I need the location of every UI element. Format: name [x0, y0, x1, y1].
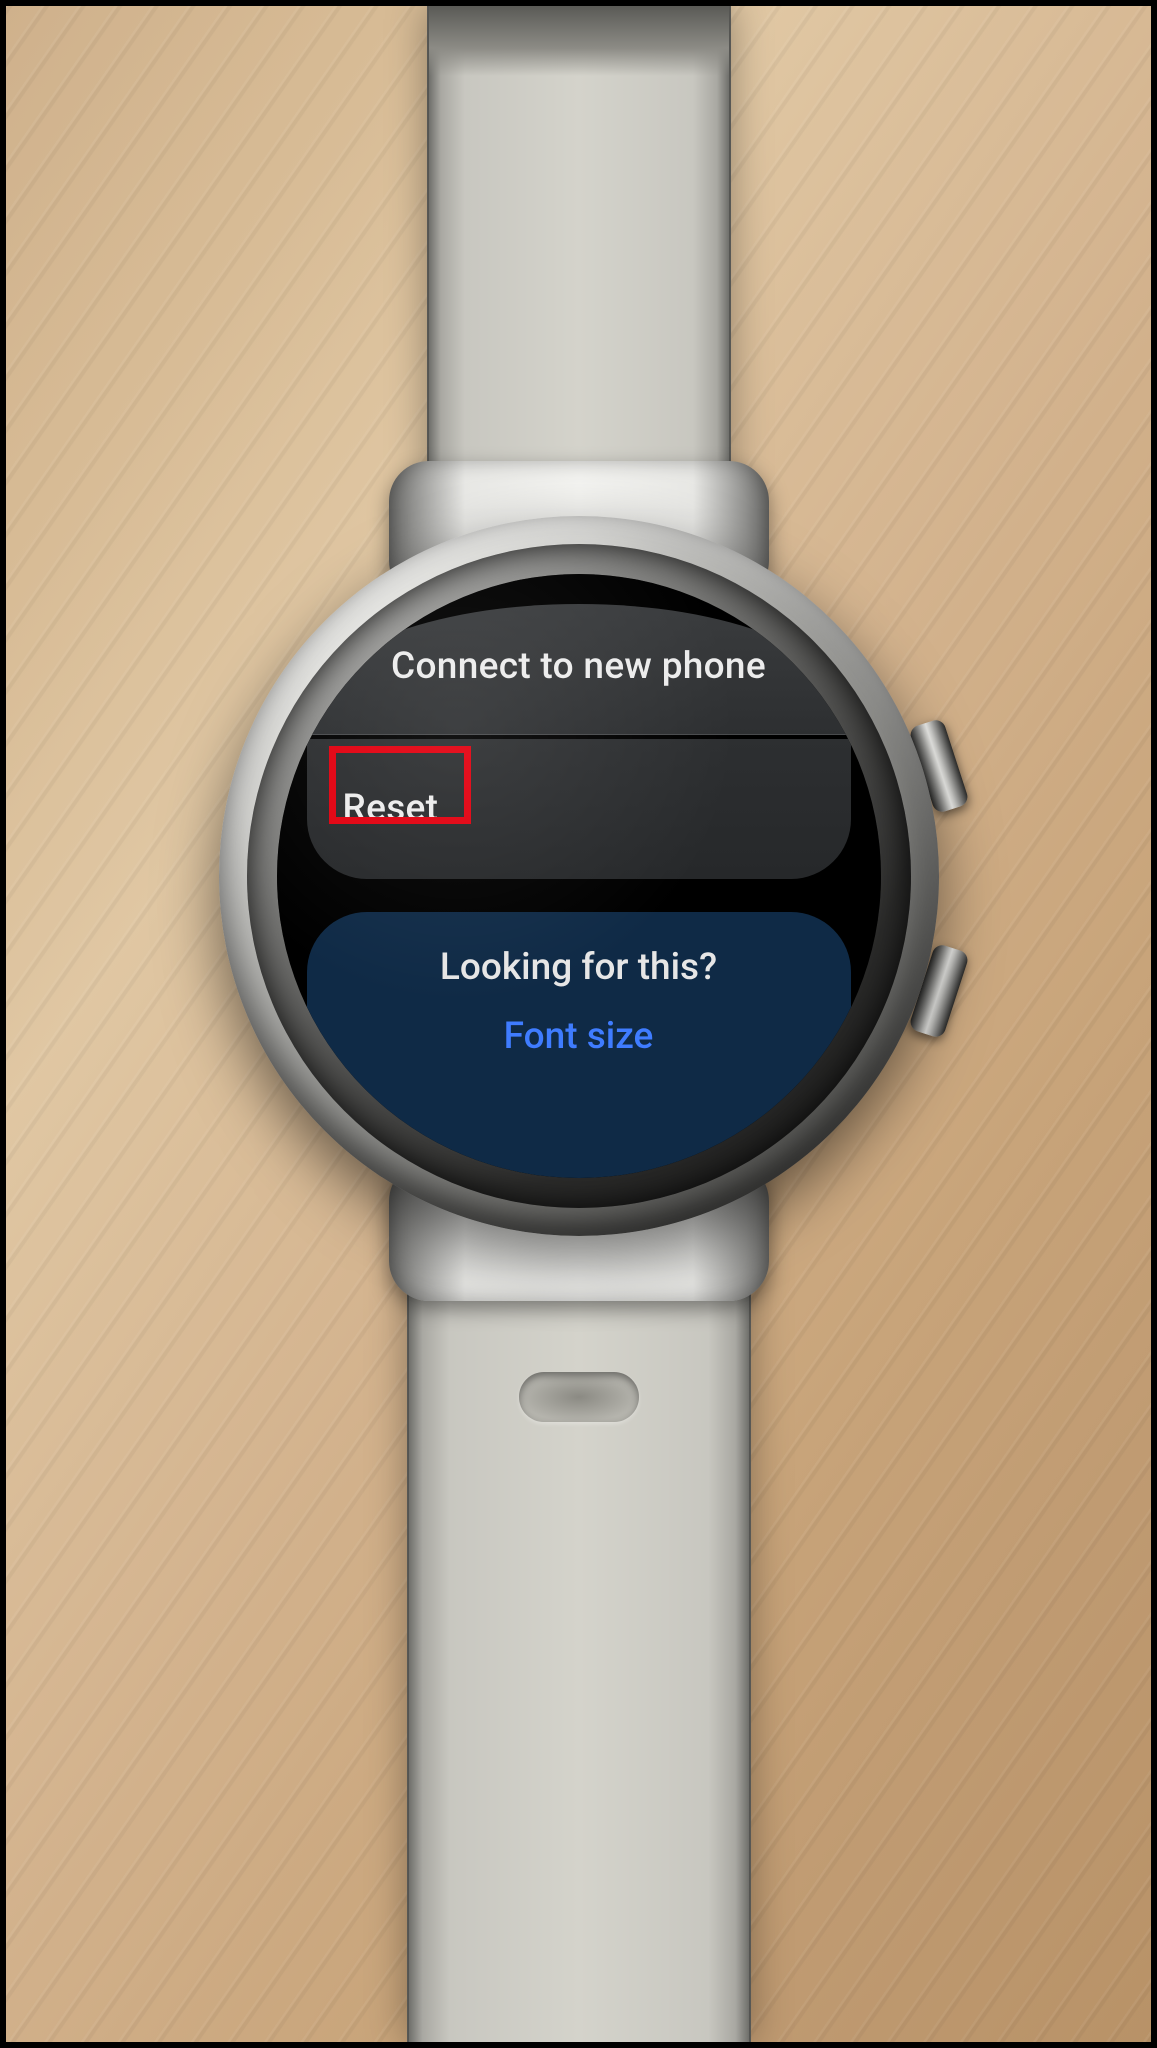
menu-item-label: Reset — [343, 787, 439, 830]
tips-link-font-size[interactable]: Font size — [307, 1015, 851, 1058]
photo-frame: Connect to new phone Reset Looking for t… — [0, 0, 1157, 2048]
tips-card: Looking for this? Font size — [307, 912, 851, 1178]
menu-item-label: Connect to new phone — [391, 645, 766, 688]
menu-item-connect-new-phone[interactable]: Connect to new phone — [307, 604, 851, 735]
watch-body: Connect to new phone Reset Looking for t… — [219, 516, 939, 1236]
menu-item-reset[interactable]: Reset — [307, 739, 851, 879]
tips-heading: Looking for this? — [307, 946, 851, 989]
watch-screen: Connect to new phone Reset Looking for t… — [277, 574, 881, 1178]
